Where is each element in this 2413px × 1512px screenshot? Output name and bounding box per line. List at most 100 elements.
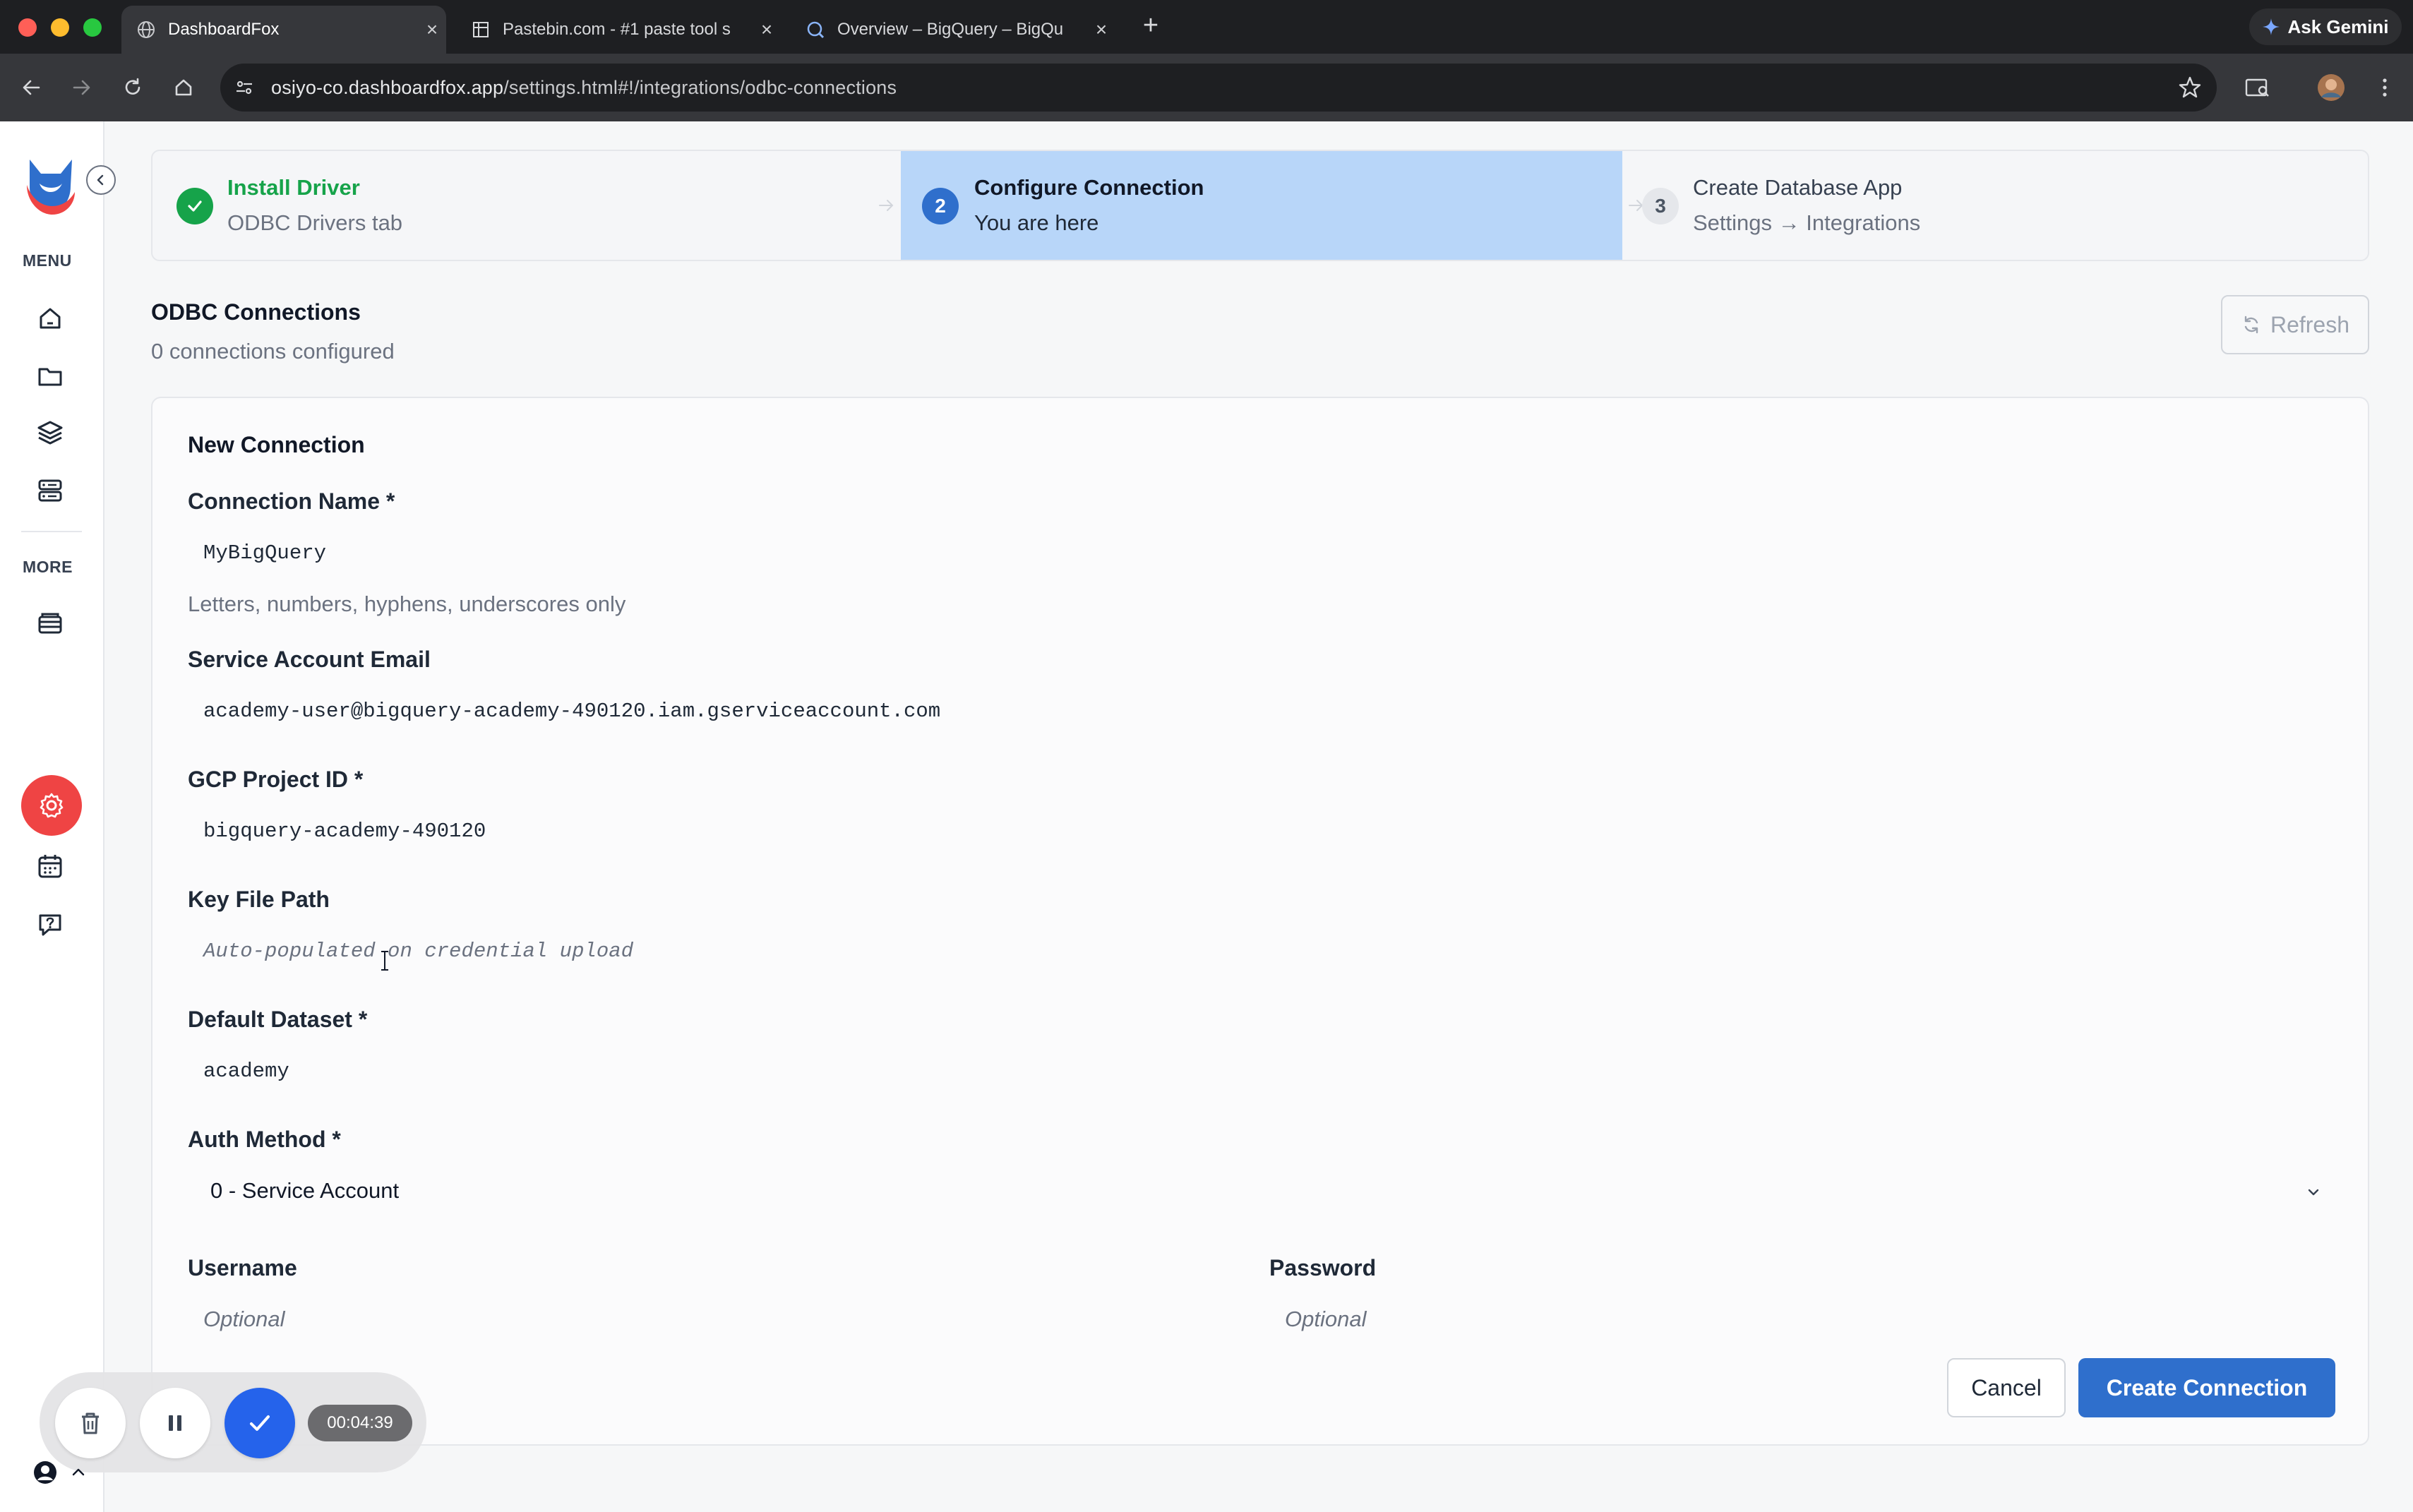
service-account-email-label: Service Account Email	[188, 647, 431, 672]
minimize-window-button[interactable]	[51, 18, 69, 37]
new-tab-button[interactable]: +	[1137, 11, 1165, 40]
gcp-project-id-label: GCP Project ID *	[188, 767, 364, 792]
sidebar-divider	[21, 531, 82, 532]
home-icon[interactable]	[34, 302, 66, 335]
bigquery-icon	[806, 20, 825, 39]
create-connection-button[interactable]: Create Connection	[2078, 1358, 2335, 1417]
url-text: osiyo-co.dashboardfox.app/settings.html#…	[271, 77, 897, 99]
close-tab-icon[interactable]: ×	[418, 18, 446, 41]
cancel-button[interactable]: Cancel	[1947, 1358, 2066, 1417]
help-icon[interactable]	[34, 908, 66, 940]
connections-count: 0 connections configured	[151, 339, 395, 364]
service-account-email-input[interactable]: academy-user@bigquery-academy-490120.iam…	[188, 686, 2335, 736]
globe-icon	[137, 20, 155, 39]
browser-tab-dashboardfox[interactable]: DashboardFox ×	[121, 6, 446, 54]
screen-recorder-toolbar: 00:04:39	[40, 1372, 426, 1472]
calendar-icon[interactable]	[34, 850, 66, 882]
refresh-button[interactable]: Refresh	[2221, 295, 2369, 354]
server-icon[interactable]	[34, 474, 66, 507]
password-input[interactable]: Optional	[1269, 1295, 2335, 1344]
tab-title: DashboardFox	[168, 20, 280, 39]
step-subtitle: ODBC Drivers tab	[227, 210, 403, 235]
close-tab-icon[interactable]: ×	[1087, 18, 1115, 41]
ask-gemini-label: Ask Gemini	[2287, 16, 2389, 37]
refresh-label: Refresh	[2270, 311, 2350, 337]
forward-arrow-icon[interactable]	[66, 72, 97, 103]
step-subtitle: Settings → Integrations	[1693, 210, 1921, 235]
chevron-down-icon	[2304, 1182, 2323, 1200]
collapse-sidebar-button[interactable]	[86, 165, 116, 195]
database-icon[interactable]	[34, 607, 66, 640]
step-install-driver[interactable]: Install Driver ODBC Drivers tab	[152, 151, 901, 260]
connection-name-label: Connection Name *	[188, 488, 395, 514]
pause-icon	[169, 1415, 181, 1431]
search-tab-icon[interactable]	[2242, 72, 2273, 103]
step-configure-connection[interactable]: 2 Configure Connection You are here	[901, 151, 1622, 260]
browser-tab-bar: DashboardFox × Pastebin.com - #1 paste t…	[0, 0, 2413, 54]
dashboardfox-logo[interactable]	[24, 155, 78, 216]
finish-recording-button[interactable]	[224, 1388, 295, 1458]
browser-menu-icon[interactable]	[2369, 72, 2400, 103]
home-icon[interactable]	[168, 72, 199, 103]
username-input[interactable]: Optional	[188, 1295, 1240, 1344]
key-file-path-input[interactable]: Auto-populated on credential upload	[188, 926, 2335, 976]
chevron-up-icon	[72, 1468, 85, 1476]
step-number-badge: 3	[1642, 188, 1679, 224]
step-create-database-app[interactable]: 3 Create Database App Settings → Integra…	[1622, 151, 2368, 260]
trash-icon	[82, 1412, 99, 1434]
connection-name-hint: Letters, numbers, hyphens, underscores o…	[188, 592, 626, 616]
url-path: /settings.html#!/integrations/odbc-conne…	[503, 76, 897, 98]
url-host: osiyo-co.dashboardfox.app	[271, 76, 504, 98]
back-arrow-icon[interactable]	[16, 72, 47, 103]
site-settings-icon[interactable]	[230, 73, 258, 102]
tab-title: Overview – BigQuery – BigQu	[837, 20, 1064, 39]
auth-method-label: Auth Method *	[188, 1127, 341, 1152]
auth-method-select[interactable]: 0 - Service Account	[188, 1165, 2335, 1217]
layers-icon[interactable]	[34, 416, 66, 449]
step-title: Create Database App	[1693, 175, 1903, 200]
settings-icon[interactable]	[21, 775, 82, 836]
new-connection-form: New Connection Connection Name * MyBigQu…	[151, 397, 2369, 1446]
gcp-project-id-input[interactable]: bigquery-academy-490120	[188, 806, 2335, 856]
browser-tab-pastebin[interactable]: Pastebin.com - #1 paste tool s ×	[456, 6, 781, 54]
setup-stepper: Install Driver ODBC Drivers tab 2 Config…	[151, 150, 2369, 261]
check-icon	[176, 188, 213, 224]
default-dataset-input[interactable]: academy	[188, 1046, 2335, 1096]
step-title: Configure Connection	[974, 175, 1204, 200]
auth-method-selected: 0 - Service Account	[210, 1178, 400, 1203]
close-tab-icon[interactable]: ×	[753, 18, 781, 41]
text-cursor-icon	[380, 950, 390, 971]
reload-icon[interactable]	[117, 72, 148, 103]
pause-recording-button[interactable]	[140, 1388, 210, 1458]
step-title: Install Driver	[227, 175, 360, 200]
more-section-label: MORE	[23, 558, 73, 576]
profile-avatar[interactable]	[2316, 72, 2347, 103]
form-title: New Connection	[188, 432, 365, 457]
page-title: ODBC Connections	[151, 299, 361, 325]
step-arrow-icon	[877, 196, 895, 215]
maximize-window-button[interactable]	[83, 18, 102, 37]
gemini-sparkle-icon	[2263, 18, 2280, 35]
url-bar[interactable]: osiyo-co.dashboardfox.app/settings.html#…	[220, 64, 2217, 112]
browser-tab-bigquery[interactable]: Overview – BigQuery – BigQu ×	[791, 6, 1115, 54]
user-avatar-icon	[34, 1461, 56, 1484]
key-file-path-label: Key File Path	[188, 887, 330, 912]
tab-title: Pastebin.com - #1 paste tool s	[503, 20, 731, 39]
folder-icon[interactable]	[34, 360, 66, 392]
discard-recording-button[interactable]	[55, 1388, 126, 1458]
username-label: Username	[188, 1255, 297, 1280]
step-number-badge: 2	[922, 188, 959, 224]
pastebin-icon	[472, 20, 490, 39]
refresh-icon	[2244, 316, 2258, 334]
chevron-left-icon	[97, 174, 104, 186]
close-window-button[interactable]	[18, 18, 37, 37]
check-icon	[250, 1415, 270, 1431]
ask-gemini-button[interactable]: Ask Gemini	[2249, 8, 2402, 45]
browser-toolbar: osiyo-co.dashboardfox.app/settings.html#…	[0, 54, 2413, 121]
connection-name-input[interactable]: MyBigQuery	[188, 528, 2335, 577]
app-sidebar: MENU MORE	[0, 121, 116, 1512]
menu-section-label: MENU	[23, 251, 72, 270]
recording-timer: 00:04:39	[308, 1405, 412, 1441]
user-menu[interactable]	[32, 1458, 88, 1487]
bookmark-star-icon[interactable]	[2177, 75, 2203, 100]
